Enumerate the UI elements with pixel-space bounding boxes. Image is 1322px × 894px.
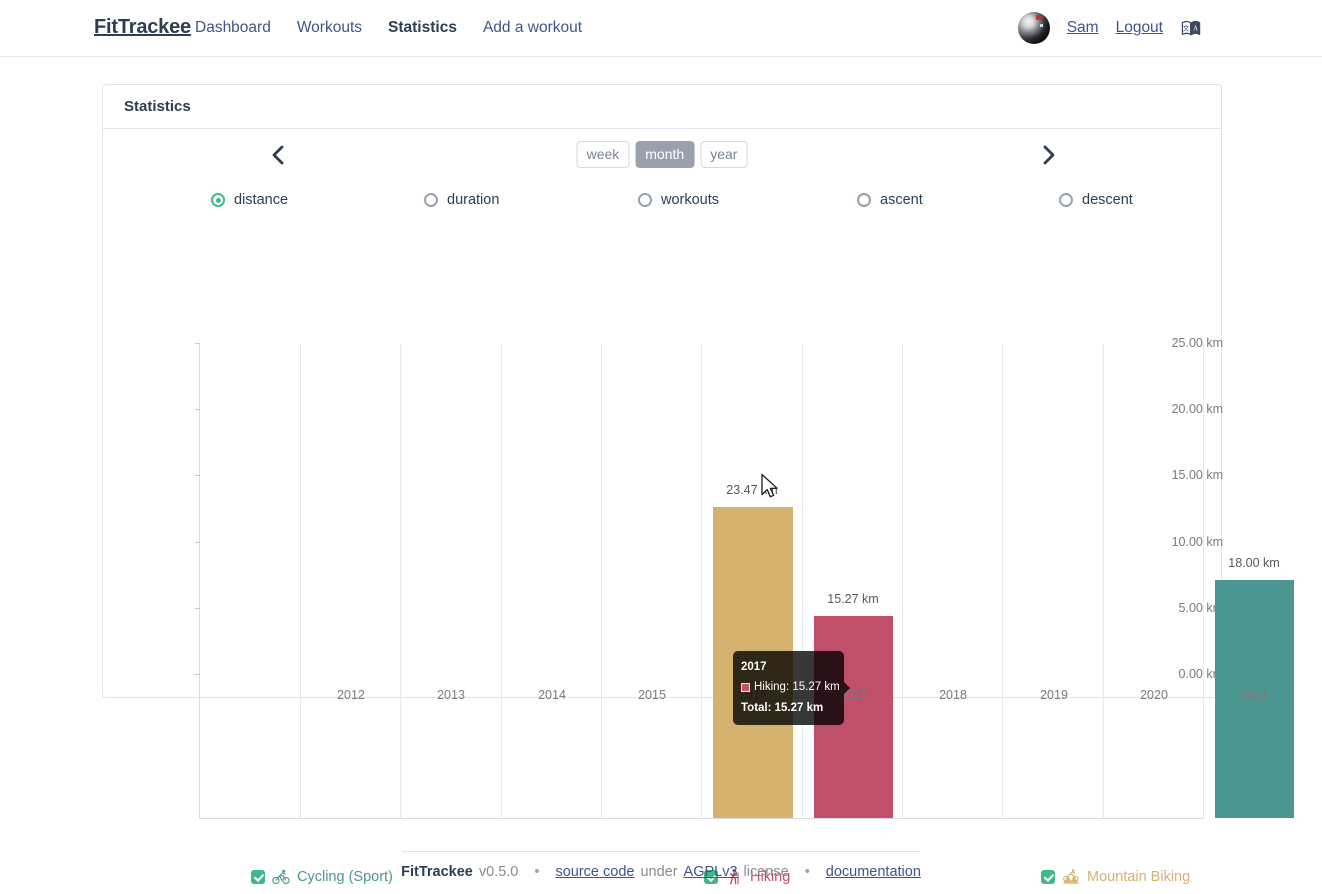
y-tick-label: 15.00 km bbox=[1171, 468, 1223, 482]
x-tick-label: 2019 bbox=[1040, 688, 1068, 702]
radio-label-duration: duration bbox=[447, 192, 500, 208]
app-brand-link[interactable]: FitTrackee bbox=[94, 16, 191, 39]
bar-2016[interactable] bbox=[713, 507, 793, 818]
footer-version: v0.5.0 bbox=[478, 864, 519, 880]
radio-dot-descent-icon bbox=[1059, 193, 1073, 207]
y-tick-mark bbox=[195, 343, 200, 344]
period-button-month[interactable]: month bbox=[635, 141, 695, 169]
metric-radio-group: distance duration workouts ascent descen… bbox=[103, 183, 1221, 223]
x-tick-label: 2018 bbox=[939, 688, 967, 702]
x-grid-line bbox=[400, 343, 401, 819]
cycling-sport-icon bbox=[272, 868, 290, 886]
nav-item-workouts[interactable]: Workouts bbox=[297, 19, 362, 37]
svg-text:A: A bbox=[1193, 25, 1198, 32]
x-grid-line bbox=[300, 343, 301, 819]
radio-label-ascent: ascent bbox=[880, 192, 923, 208]
x-tick-label: 2012 bbox=[337, 688, 365, 702]
radio-workouts[interactable]: workouts bbox=[638, 192, 719, 208]
legend-item-cycling-sport[interactable]: Cycling (Sport) bbox=[251, 868, 393, 886]
period-button-year[interactable]: year bbox=[700, 141, 748, 169]
nav-item-add-a-workout[interactable]: Add a workout bbox=[483, 19, 582, 37]
y-axis bbox=[199, 343, 200, 819]
y-tick-mark bbox=[195, 409, 200, 410]
footer-brand: FitTrackee bbox=[401, 864, 473, 880]
radio-duration[interactable]: duration bbox=[424, 192, 499, 208]
footer-license-link[interactable]: AGPLv3 bbox=[684, 864, 738, 880]
radio-dot-distance-icon bbox=[211, 193, 225, 207]
x-tick-label: 2017 bbox=[839, 688, 867, 702]
statistics-card: Statistics week month year distance dura… bbox=[102, 84, 1294, 885]
chevron-right-icon[interactable] bbox=[1031, 138, 1065, 172]
nav-user-area: Sam Logout 文 A bbox=[1017, 12, 1202, 44]
period-toggle-group: week month year bbox=[576, 141, 748, 169]
page-title: Statistics bbox=[124, 98, 191, 115]
period-controls: week month year bbox=[103, 129, 1221, 181]
x-grid-line bbox=[701, 343, 702, 819]
legend-label-cycling-sport: Cycling (Sport) bbox=[297, 869, 393, 885]
x-tick-label: 2014 bbox=[538, 688, 566, 702]
radio-ascent[interactable]: ascent bbox=[857, 192, 923, 208]
mountain-biking-icon bbox=[1062, 868, 1080, 886]
x-tick-label: 2013 bbox=[437, 688, 465, 702]
x-grid-line bbox=[1203, 343, 1204, 819]
y-tick-label: 0.00 km bbox=[1178, 667, 1223, 681]
x-tick-label: 2016 bbox=[739, 688, 767, 702]
svg-text:文: 文 bbox=[1183, 23, 1190, 32]
x-tick-label: 2015 bbox=[638, 688, 666, 702]
main-nav: Dashboard Workouts Statistics Add a work… bbox=[195, 19, 582, 37]
card-header: Statistics bbox=[103, 85, 1221, 129]
footer-source-code-link[interactable]: source code bbox=[555, 864, 634, 880]
bar-2017[interactable] bbox=[814, 616, 893, 818]
radio-label-workouts: workouts bbox=[661, 192, 720, 208]
x-tick-label: 2020 bbox=[1140, 688, 1168, 702]
x-grid-line bbox=[802, 343, 803, 819]
page-footer: FitTrackee v0.5.0 • source code under AG… bbox=[401, 851, 921, 880]
avatar[interactable] bbox=[1017, 12, 1050, 44]
radio-label-descent: descent bbox=[1082, 192, 1133, 208]
bar-value-label: 18.00 km bbox=[1228, 556, 1280, 570]
period-button-week[interactable]: week bbox=[576, 141, 630, 169]
bar-value-label: 15.27 km bbox=[827, 592, 879, 606]
radio-dot-workouts-icon bbox=[638, 193, 652, 207]
legend-label-mountain-biking: Mountain Biking bbox=[1087, 869, 1191, 885]
logout-link[interactable]: Logout bbox=[1116, 19, 1163, 37]
nav-username-link[interactable]: Sam bbox=[1067, 19, 1099, 37]
footer-license-text: license bbox=[743, 864, 789, 880]
y-tick-label: 10.00 km bbox=[1171, 535, 1223, 549]
y-tick-mark bbox=[195, 542, 200, 543]
checkbox-mountain-biking[interactable] bbox=[1041, 870, 1055, 884]
footer-under-text: under bbox=[640, 864, 678, 880]
y-tick-label: 25.00 km bbox=[1171, 336, 1223, 350]
y-tick-mark bbox=[195, 608, 200, 609]
legend-item-mountain-biking[interactable]: Mountain Biking bbox=[1041, 868, 1190, 886]
mouse-pointer-icon bbox=[760, 473, 780, 506]
x-tick-label: 2021 bbox=[1240, 688, 1268, 702]
x-grid-line bbox=[501, 343, 502, 819]
nav-item-dashboard[interactable]: Dashboard bbox=[195, 19, 271, 37]
x-grid-line bbox=[601, 343, 602, 819]
y-tick-mark bbox=[195, 674, 200, 675]
footer-separator: • bbox=[534, 864, 540, 880]
radio-label-distance: distance bbox=[234, 192, 289, 208]
radio-descent[interactable]: descent bbox=[1059, 192, 1133, 208]
top-navbar: FitTrackee Dashboard Workouts Statistics… bbox=[0, 0, 1322, 57]
radio-dot-duration-icon bbox=[424, 193, 438, 207]
nav-item-statistics[interactable]: Statistics bbox=[388, 19, 457, 37]
x-grid-line bbox=[902, 343, 903, 819]
footer-documentation-link[interactable]: documentation bbox=[826, 864, 921, 880]
y-tick-label: 5.00 km bbox=[1178, 601, 1223, 615]
y-tick-mark bbox=[195, 475, 200, 476]
language-switch-icon[interactable]: 文 A bbox=[1180, 17, 1202, 39]
checkbox-cycling-sport[interactable] bbox=[251, 870, 265, 884]
x-grid-line bbox=[1002, 343, 1003, 819]
radio-dot-ascent-icon bbox=[857, 193, 871, 207]
radio-distance[interactable]: distance bbox=[211, 192, 288, 208]
statistics-bar-chart: 25.00 km 20.00 km 15.00 km 10.00 km 5.00… bbox=[103, 225, 1294, 885]
chevron-left-icon[interactable] bbox=[260, 138, 294, 172]
x-grid-line bbox=[1103, 343, 1104, 819]
y-tick-label: 20.00 km bbox=[1171, 402, 1223, 416]
footer-separator: • bbox=[804, 864, 810, 880]
